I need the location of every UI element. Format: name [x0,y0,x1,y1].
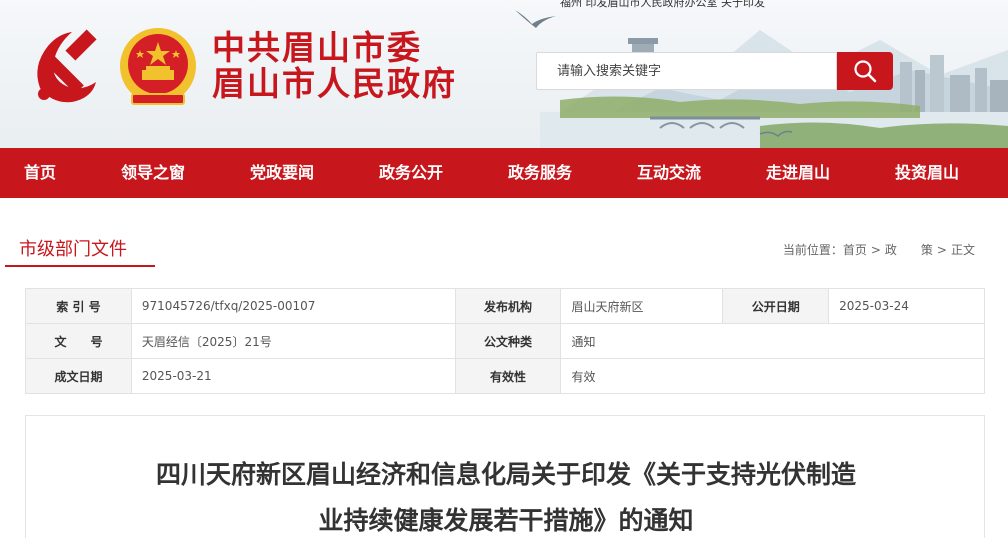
breadcrumb-separator: > [936,243,947,257]
meta-value-publisher: 眉山天府新区 [560,288,724,324]
document-meta-table: 索 引 号 971045726/tfxq/2025-00107 发布机构 眉山天… [25,288,985,394]
meta-key-index: 索 引 号 [25,288,132,324]
breadcrumb-prefix: 当前位置： [782,243,843,257]
search-button[interactable] [837,52,893,90]
meta-key-doc-type: 公文种类 [454,323,562,359]
meta-value-doc-type: 通知 [560,323,985,359]
meta-key-publisher: 发布机构 [454,288,562,324]
breadcrumb: 当前位置：首页 > 政 策 > 正文 [783,241,975,258]
nav-item-invest[interactable]: 投资眉山 [895,148,959,198]
search-icon [854,60,877,83]
table-row: 文 号 天眉经信〔2025〕21号 公文种类 通知 [25,323,985,359]
logo-emblems [37,28,196,105]
header-banner: 福州 印发眉山市人民政府办公室 关于印发 中共眉山市委 眉山市人民政府 [0,0,1008,148]
breadcrumb-separator: > [870,243,881,257]
title-party-committee: 中共眉山市委 [212,28,422,67]
nav-item-interaction[interactable]: 互动交流 [637,148,701,198]
meta-value-written-date: 2025-03-21 [130,358,456,394]
nav-item-leaders[interactable]: 领导之窗 [121,148,185,198]
meta-key-validity: 有效性 [454,358,562,394]
site-title[interactable]: 中共眉山市委 眉山市人民政府 [212,30,457,102]
nav-item-about-meishan[interactable]: 走进眉山 [766,148,830,198]
breadcrumb-current: 正文 [950,243,975,257]
breadcrumb-home[interactable]: 首页 [843,243,867,257]
article-title: 四川天府新区眉山经济和信息化局关于印发《关于支持光伏制造 业持续健康发展若干措施… [26,452,986,538]
article-title-line: 业持续健康发展若干措施》的通知 [318,506,694,535]
meta-value-doc-number: 天眉经信〔2025〕21号 [130,323,456,359]
nav-item-home[interactable]: 首页 [24,148,56,198]
article-title-line: 四川天府新区眉山经济和信息化局关于印发《关于支持光伏制造 [155,460,856,489]
title-government: 眉山市人民政府 [212,64,457,103]
main-nav: 首页 领导之窗 党政要闻 政务公开 政务服务 互动交流 走进眉山 投资眉山 [0,148,1008,198]
meta-key-doc-number: 文 号 [25,323,132,359]
breadcrumb-policy[interactable]: 政 策 [885,243,933,257]
article-container: 四川天府新区眉山经济和信息化局关于印发《关于支持光伏制造 业持续健康发展若干措施… [25,415,985,538]
search-box [536,52,893,90]
national-emblem-icon [120,28,196,105]
meta-key-written-date: 成文日期 [25,358,132,394]
nav-item-open-government[interactable]: 政务公开 [379,148,443,198]
meta-value-validity: 有效 [560,358,985,394]
section-title: 市级部门文件 [5,229,155,267]
top-notice-strip: 福州 印发眉山市人民政府办公室 关于印发 [560,0,765,8]
table-row: 索 引 号 971045726/tfxq/2025-00107 发布机构 眉山天… [25,288,985,324]
section-title-text: 市级部门文件 [19,239,127,260]
meta-value-publish-date: 2025-03-24 [828,288,985,324]
meta-value-index: 971045726/tfxq/2025-00107 [130,288,456,324]
table-row: 成文日期 2025-03-21 有效性 有效 [25,358,985,394]
nav-item-news[interactable]: 党政要闻 [250,148,314,198]
meta-key-publish-date: 公开日期 [722,288,830,324]
nav-item-services[interactable]: 政务服务 [508,148,572,198]
hammer-sickle-icon [37,29,97,103]
search-input[interactable] [536,52,837,90]
